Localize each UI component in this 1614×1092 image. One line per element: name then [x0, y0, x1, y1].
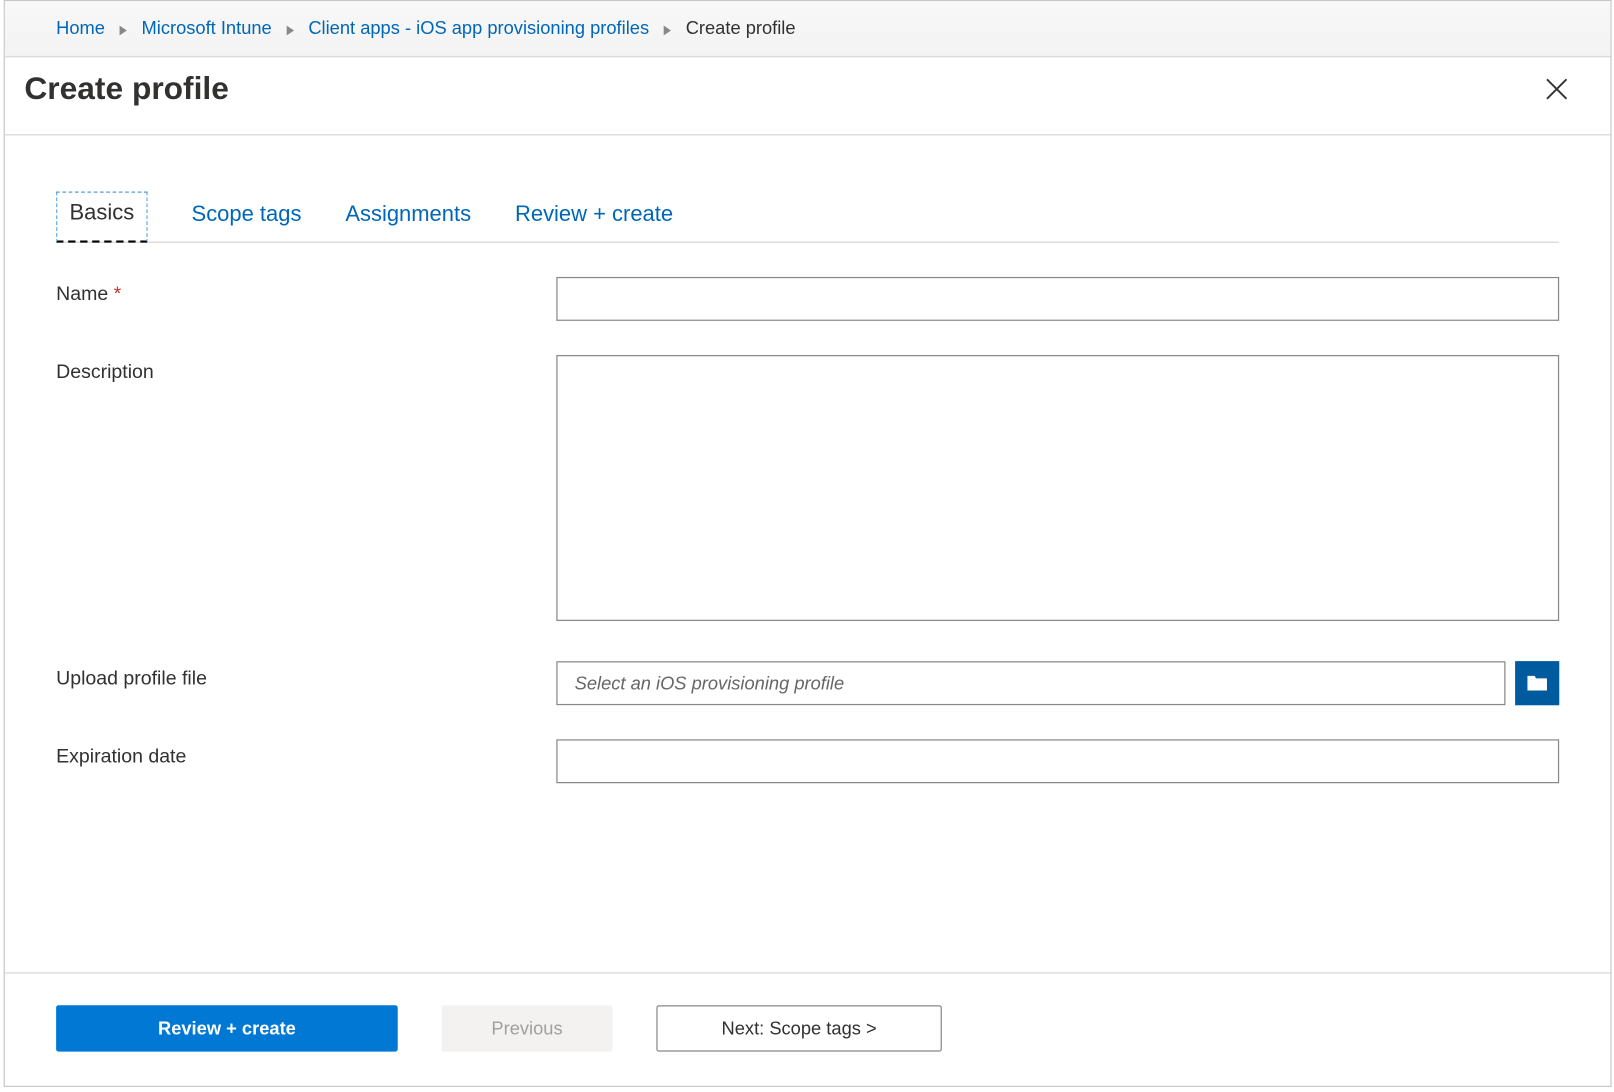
tab-list: Basics Scope tags Assignments Review + c… — [56, 192, 1559, 243]
close-icon[interactable] — [1540, 71, 1574, 105]
description-textarea[interactable] — [556, 355, 1559, 621]
tab-review-create[interactable]: Review + create — [515, 192, 673, 242]
next-button[interactable]: Next: Scope tags > — [656, 1005, 941, 1051]
breadcrumb-current: Create profile — [686, 18, 796, 39]
upload-label: Upload profile file — [56, 661, 556, 690]
tab-scope-tags[interactable]: Scope tags — [192, 192, 302, 242]
upload-file-display[interactable]: Select an iOS provisioning profile — [556, 661, 1505, 705]
name-input[interactable] — [556, 277, 1559, 321]
expiration-label: Expiration date — [56, 739, 556, 768]
footer-actions: Review + create Previous Next: Scope tag… — [5, 972, 1611, 1085]
chevron-right-icon — [664, 25, 671, 35]
chevron-right-icon — [120, 25, 127, 35]
folder-icon[interactable] — [1515, 661, 1559, 705]
breadcrumb-link-intune[interactable]: Microsoft Intune — [142, 18, 272, 39]
description-label: Description — [56, 355, 556, 384]
previous-button: Previous — [442, 1005, 613, 1051]
chevron-right-icon — [286, 25, 293, 35]
tab-assignments[interactable]: Assignments — [345, 192, 471, 242]
name-label: Name * — [56, 277, 556, 306]
page-title: Create profile — [24, 70, 228, 108]
breadcrumb-link-clientapps[interactable]: Client apps - iOS app provisioning profi… — [308, 18, 649, 39]
breadcrumb: Home Microsoft Intune Client apps - iOS … — [5, 1, 1611, 57]
breadcrumb-link-home[interactable]: Home — [56, 18, 105, 39]
expiration-input — [556, 739, 1559, 783]
review-create-button[interactable]: Review + create — [56, 1005, 398, 1051]
tab-basics[interactable]: Basics — [56, 192, 148, 243]
required-asterisk: * — [114, 284, 122, 305]
